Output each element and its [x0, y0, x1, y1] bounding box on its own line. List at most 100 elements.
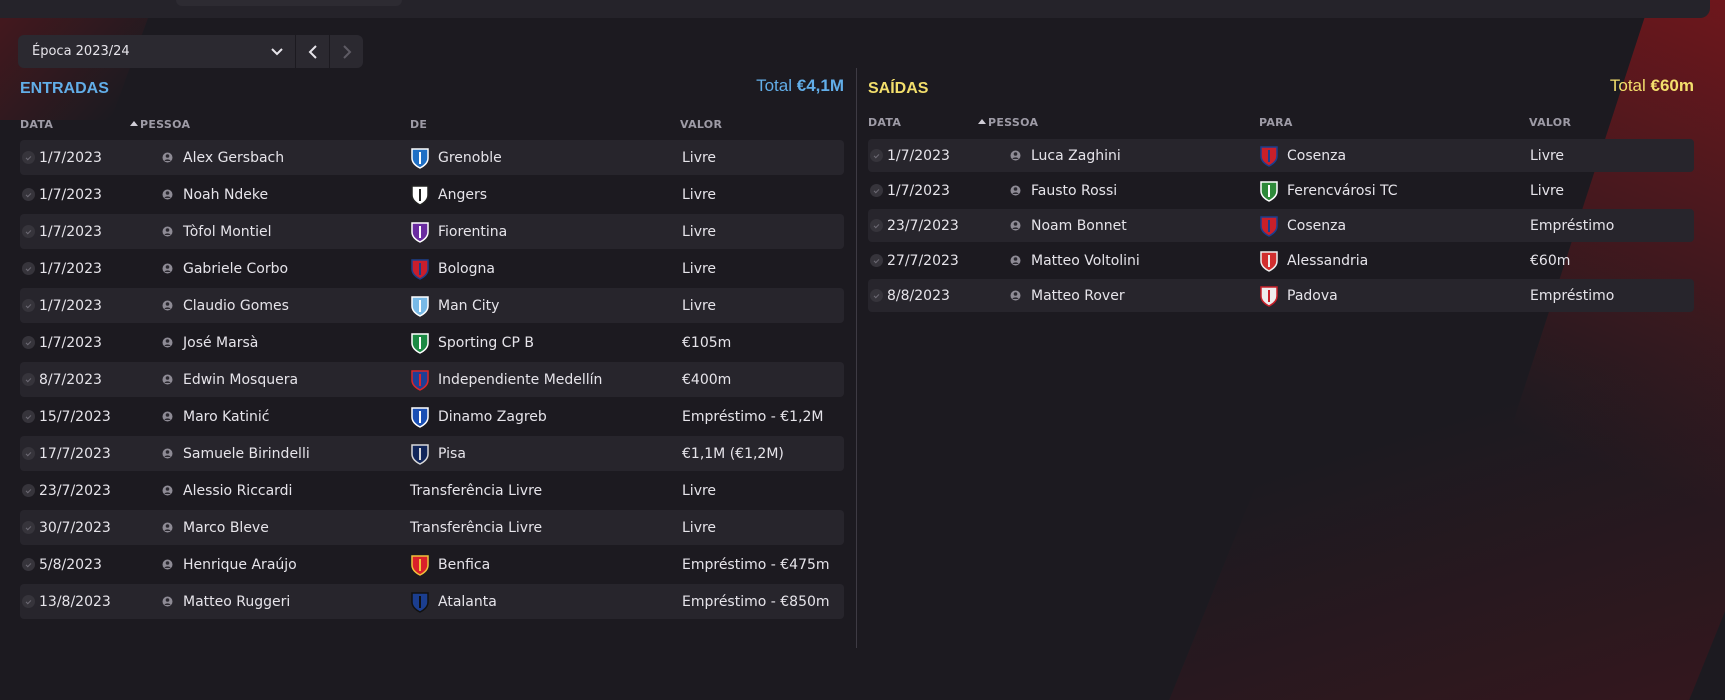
person-name[interactable]: Matteo Ruggeri	[183, 594, 290, 610]
person-cell[interactable]: Matteo Ruggeri	[162, 584, 290, 619]
club-cell[interactable]: Benfica	[410, 547, 490, 582]
previous-season-button[interactable]	[296, 35, 330, 68]
club-name[interactable]: Ferencvárosi TC	[1287, 183, 1398, 199]
club-cell[interactable]: Padova	[1259, 279, 1338, 312]
person-cell[interactable]: Maro Katinić	[162, 399, 269, 434]
column-header-value[interactable]: VALOR	[680, 118, 722, 131]
person-name[interactable]: Matteo Voltolini	[1031, 253, 1140, 269]
club-name[interactable]: Grenoble	[438, 150, 502, 166]
person-name[interactable]: Alex Gersbach	[183, 150, 284, 166]
person-name[interactable]: Claudio Gomes	[183, 298, 289, 314]
club-cell[interactable]: Pisa	[410, 436, 466, 471]
club-cell[interactable]: Transferência Livre	[410, 510, 542, 545]
club-name[interactable]: Padova	[1287, 288, 1338, 304]
club-name[interactable]: Pisa	[438, 446, 466, 462]
column-header-person[interactable]: PESSOA	[130, 118, 190, 131]
column-header-date[interactable]: DATA	[868, 116, 901, 129]
person-cell[interactable]: Gabriele Corbo	[162, 251, 288, 286]
club-cell[interactable]: Atalanta	[410, 584, 497, 619]
person-name[interactable]: Luca Zaghini	[1031, 148, 1121, 164]
person-name[interactable]: José Marsà	[183, 335, 258, 351]
person-name[interactable]: Tòfol Montiel	[183, 224, 272, 240]
person-cell[interactable]: Tòfol Montiel	[162, 214, 272, 249]
table-row[interactable]: 15/7/2023 Maro Katinić Dinamo Zagreb Emprés…	[20, 399, 844, 434]
person-cell[interactable]: Edwin Mosquera	[162, 362, 298, 397]
table-row[interactable]: 1/7/2023 Noah Ndeke Angers Livre	[20, 177, 844, 212]
club-cell[interactable]: Fiorentina	[410, 214, 507, 249]
club-cell[interactable]: Angers	[410, 177, 487, 212]
club-cell[interactable]: Cosenza	[1259, 209, 1346, 242]
person-name[interactable]: Fausto Rossi	[1031, 183, 1117, 199]
club-name[interactable]: Benfica	[438, 557, 490, 573]
next-season-button[interactable]	[330, 35, 363, 68]
club-name[interactable]: Cosenza	[1287, 148, 1346, 164]
person-name[interactable]: Alessio Riccardi	[183, 483, 292, 499]
table-row[interactable]: 13/8/2023 Matteo Ruggeri Atalanta Empréstim…	[20, 584, 844, 619]
person-name[interactable]: Marco Bleve	[183, 520, 269, 536]
table-row[interactable]: 27/7/2023 Matteo Voltolini Alessandria €60m	[868, 244, 1694, 277]
club-cell[interactable]: Sporting CP B	[410, 325, 534, 360]
table-row[interactable]: 1/7/2023 Fausto Rossi Ferencvárosi TC Livre	[868, 174, 1694, 207]
club-name[interactable]: Bologna	[438, 261, 495, 277]
club-cell[interactable]: Transferência Livre	[410, 473, 542, 508]
person-cell[interactable]: Luca Zaghini	[1010, 139, 1121, 172]
club-cell[interactable]: Man City	[410, 288, 499, 323]
person-name[interactable]: Matteo Rover	[1031, 288, 1125, 304]
club-name[interactable]: Atalanta	[438, 594, 497, 610]
club-name[interactable]: Alessandria	[1287, 253, 1368, 269]
table-row[interactable]: 23/7/2023 Alessio Riccardi Transferência L…	[20, 473, 844, 508]
person-cell[interactable]: Alex Gersbach	[162, 140, 284, 175]
club-cell[interactable]: Cosenza	[1259, 139, 1346, 172]
column-header-from[interactable]: DE	[410, 118, 427, 131]
person-cell[interactable]: Noah Ndeke	[162, 177, 268, 212]
column-header-person[interactable]: PESSOA	[978, 116, 1038, 129]
table-row[interactable]: 8/7/2023 Edwin Mosquera Independiente Mede…	[20, 362, 844, 397]
club-cell[interactable]: Dinamo Zagreb	[410, 399, 547, 434]
club-cell[interactable]: Bologna	[410, 251, 495, 286]
person-cell[interactable]: Samuele Birindelli	[162, 436, 310, 471]
club-cell[interactable]: Grenoble	[410, 140, 502, 175]
table-row[interactable]: 1/7/2023 Tòfol Montiel Fiorentina Livre	[20, 214, 844, 249]
club-name[interactable]: Angers	[438, 187, 487, 203]
person-name[interactable]: Gabriele Corbo	[183, 261, 288, 277]
table-row[interactable]: 5/8/2023 Henrique Araújo Benfica Empréstimo…	[20, 547, 844, 582]
table-row[interactable]: 1/7/2023 Alex Gersbach Grenoble Livre	[20, 140, 844, 175]
person-name[interactable]: Maro Katinić	[183, 409, 269, 425]
table-row[interactable]: 1/7/2023 Luca Zaghini Cosenza Livre	[868, 139, 1694, 172]
column-header-value[interactable]: VALOR	[1529, 116, 1571, 129]
table-row[interactable]: 1/7/2023 Claudio Gomes Man City Livre	[20, 288, 844, 323]
person-cell[interactable]: Matteo Rover	[1010, 279, 1125, 312]
person-cell[interactable]: Matteo Voltolini	[1010, 244, 1140, 277]
table-row[interactable]: 1/7/2023 José Marsà Sporting CP B €105m	[20, 325, 844, 360]
person-cell[interactable]: Alessio Riccardi	[162, 473, 292, 508]
club-name[interactable]: Cosenza	[1287, 218, 1346, 234]
person-name[interactable]: Noam Bonnet	[1031, 218, 1127, 234]
person-name[interactable]: Samuele Birindelli	[183, 446, 310, 462]
season-dropdown[interactable]: Época 2023/24	[18, 35, 296, 68]
table-row[interactable]: 1/7/2023 Gabriele Corbo Bologna Livre	[20, 251, 844, 286]
top-tab[interactable]	[176, 0, 402, 6]
person-name[interactable]: Henrique Araújo	[183, 557, 297, 573]
club-name[interactable]: Dinamo Zagreb	[438, 409, 547, 425]
club-cell[interactable]: Independiente Medellín	[410, 362, 602, 397]
club-name[interactable]: Independiente Medellín	[438, 372, 602, 388]
club-name[interactable]: Transferência Livre	[410, 483, 542, 499]
person-cell[interactable]: Henrique Araújo	[162, 547, 297, 582]
person-cell[interactable]: Claudio Gomes	[162, 288, 289, 323]
table-row[interactable]: 8/8/2023 Matteo Rover Padova Empréstimo	[868, 279, 1694, 312]
person-cell[interactable]: José Marsà	[162, 325, 258, 360]
club-cell[interactable]: Ferencvárosi TC	[1259, 174, 1398, 207]
club-name[interactable]: Sporting CP B	[438, 335, 534, 351]
person-name[interactable]: Noah Ndeke	[183, 187, 268, 203]
person-cell[interactable]: Noam Bonnet	[1010, 209, 1127, 242]
table-row[interactable]: 17/7/2023 Samuele Birindelli Pisa €1,1M (€1…	[20, 436, 844, 471]
table-row[interactable]: 23/7/2023 Noam Bonnet Cosenza Empréstimo	[868, 209, 1694, 242]
club-name[interactable]: Transferência Livre	[410, 520, 542, 536]
person-cell[interactable]: Fausto Rossi	[1010, 174, 1117, 207]
column-header-date[interactable]: DATA	[20, 118, 53, 131]
club-name[interactable]: Fiorentina	[438, 224, 507, 240]
table-row[interactable]: 30/7/2023 Marco Bleve Transferência Livre L…	[20, 510, 844, 545]
person-name[interactable]: Edwin Mosquera	[183, 372, 298, 388]
club-cell[interactable]: Alessandria	[1259, 244, 1368, 277]
column-header-to[interactable]: PARA	[1259, 116, 1293, 129]
